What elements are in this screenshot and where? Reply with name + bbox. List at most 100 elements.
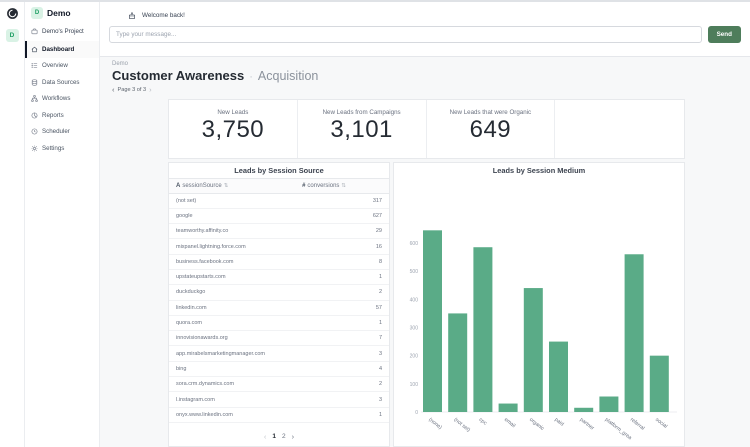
y-axis-tick: 600 [410,241,419,247]
table-row[interactable]: mixpanel.lightning.force.com16 [169,239,389,254]
message-input[interactable] [109,26,702,43]
list-icon [31,62,38,69]
breadcrumb[interactable]: Demo [112,61,750,67]
text-type-icon: A [176,183,180,189]
next-page-icon[interactable]: › [149,86,152,94]
workspace-switcher[interactable]: D Demo [25,2,99,24]
next-page-icon[interactable]: › [292,432,295,441]
x-axis-label: email [503,416,516,428]
table-row[interactable]: teamworthy.affinity.co29 [169,224,389,239]
clock-icon [31,128,38,135]
page-title: Customer Awareness [112,68,244,83]
sidebar: D Demo Demo's Project Dashboard Overview [25,2,100,447]
workspace-avatar[interactable]: D [6,29,19,42]
sidebar-item-reports[interactable]: Reports [25,107,99,124]
x-axis-label: paid [553,416,565,427]
table-row[interactable]: app.mirabelsmarketingmanager.com3 [169,346,389,361]
assistant-topbar: Welcome back! Send [100,2,750,57]
sidebar-item-label: Reports [42,112,64,119]
kpi-value: 3,750 [202,116,265,144]
sidebar-item-label: Overview [42,62,68,69]
column-header-session-source[interactable]: A sessionSource ⇅ [169,183,302,189]
kpi-value: 649 [470,116,512,144]
panels-row: Leads by Session Source A sessionSource … [168,162,685,447]
number-type-icon: # [302,183,305,189]
table-row[interactable]: upstateupstarts.com1 [169,270,389,285]
table-row[interactable]: google627 [169,209,389,224]
sort-icon[interactable]: ⇅ [224,183,229,189]
conversions-cell: 2 [379,289,389,295]
chart-bar [473,247,492,412]
dashboard-content: Demo Customer Awareness · Acquisition ‹ … [100,57,750,447]
page-number[interactable]: 2 [282,433,286,440]
page-number[interactable]: 1 [272,433,276,440]
session-source-cell: app.mirabelsmarketingmanager.com [169,351,379,357]
sidebar-item-label: Scheduler [42,128,70,135]
conversions-cell: 7 [379,335,389,341]
conversions-cell: 1 [379,274,389,280]
sidebar-item-overview[interactable]: Overview [25,58,99,75]
sidebar-item-dashboard[interactable]: Dashboard [25,41,99,58]
x-axis-label: social [654,416,668,429]
session-source-cell: upstateupstarts.com [169,274,379,280]
column-header-conversions[interactable]: # conversions ⇅ [302,183,389,189]
title-separator: · [249,71,253,83]
kpi-empty-cell [555,100,684,158]
conversions-cell: 2 [379,381,389,387]
conversions-cell: 3 [379,351,389,357]
table-row[interactable]: bing4 [169,362,389,377]
table-row[interactable]: innovisionawards.org7 [169,331,389,346]
session-source-cell: l.instagram.com [169,397,379,403]
table-row[interactable]: quora.com1 [169,316,389,331]
conversions-cell: 3 [379,397,389,403]
sidebar-item-settings[interactable]: Settings [25,140,99,157]
sidebar-item-project[interactable]: Demo's Project [25,24,99,41]
workspace-rail: D [0,2,25,447]
sitemap-icon [31,95,38,102]
table-row[interactable]: l.instagram.com3 [169,392,389,407]
sidebar-item-workflows[interactable]: Workflows [25,91,99,108]
table-row[interactable]: onyx.www.linkedin.com1 [169,408,389,423]
kpi-card-organic-leads: New Leads that were Organic 649 [427,100,556,158]
prev-page-icon[interactable]: ‹ [264,432,267,441]
y-axis-tick: 200 [410,353,419,359]
gear-icon [31,145,38,152]
chart-bar [423,230,442,412]
kpi-label: New Leads that were Organic [450,109,532,116]
chart-bar [549,341,568,411]
page-indicator: Page 3 of 3 [118,87,147,93]
chart-bar [625,254,644,412]
column-label: conversions [307,183,339,189]
table-pagination-pages: 12 [272,433,285,440]
session-source-cell: (not set) [169,198,373,204]
session-source-cell: sora.crm.dynamics.com [169,381,379,387]
sidebar-item-data-sources[interactable]: Data Sources [25,74,99,91]
prev-page-icon[interactable]: ‹ [112,86,115,94]
page-title-row: Customer Awareness · Acquisition [112,68,750,83]
dashboard-pager: ‹ Page 3 of 3 › [112,86,750,94]
project-name: Demo's Project [42,28,84,35]
sort-icon[interactable]: ⇅ [341,183,346,189]
session-source-cell: mixpanel.lightning.force.com [169,244,376,250]
sidebar-item-scheduler[interactable]: Scheduler [25,124,99,141]
kpi-card-new-leads: New Leads 3,750 [169,100,298,158]
sidebar-item-label: Workflows [42,95,70,102]
y-axis-tick: 300 [410,325,419,331]
sidebar-nav: Dashboard Overview Data Sources Workflow… [25,41,99,157]
x-axis-label: cpc [478,416,488,426]
briefcase-icon [31,28,38,35]
table-pagination: ‹ 12 › [169,428,389,446]
table-row[interactable]: (not set)317 [169,194,389,209]
chart-bar [499,403,518,411]
session-source-cell: duckduckgo [169,289,379,295]
table-row[interactable]: linkedin.com57 [169,301,389,316]
table-row[interactable]: sora.crm.dynamics.com2 [169,377,389,392]
send-button[interactable]: Send [708,26,741,43]
table-row[interactable]: duckduckgo2 [169,285,389,300]
table-row[interactable]: business.facebook.com8 [169,255,389,270]
y-axis-tick: 500 [410,269,419,275]
app-logo-icon[interactable] [6,7,19,20]
greeting-text: Welcome back! [142,12,185,19]
conversions-cell: 4 [379,366,389,372]
bot-icon [128,12,136,20]
